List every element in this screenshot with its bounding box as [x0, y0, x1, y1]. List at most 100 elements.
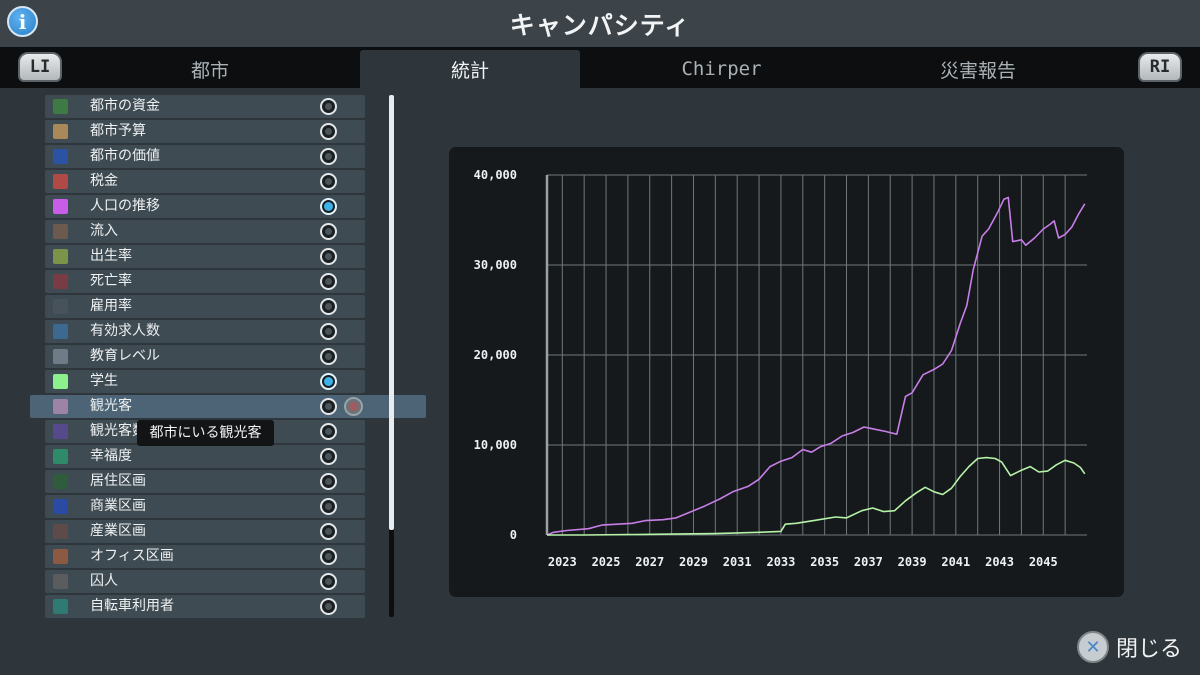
stat-toggle-radio[interactable] [320, 148, 337, 165]
color-swatch [53, 424, 68, 439]
x-tick-label: 2027 [635, 555, 664, 569]
x-tick-label: 2045 [1029, 555, 1058, 569]
x-tick-label: 2043 [985, 555, 1014, 569]
stat-row[interactable]: 流入 [45, 220, 365, 243]
x-tick-label: 2031 [723, 555, 752, 569]
stat-toggle-radio[interactable] [320, 573, 337, 590]
stat-toggle-radio[interactable] [320, 473, 337, 490]
tab-city[interactable]: 都市 [60, 50, 360, 88]
color-swatch [53, 524, 68, 539]
color-swatch [53, 499, 68, 514]
stat-toggle-radio[interactable] [320, 448, 337, 465]
stat-toggle-radio[interactable] [320, 198, 337, 215]
chart-panel: 0 10,000 20,000 30,000 40,000 2023 2025 2027 202… [449, 147, 1124, 597]
stat-row[interactable]: 囚人 [45, 570, 365, 593]
stat-label: オフィス区画 [90, 548, 174, 564]
color-swatch [53, 574, 68, 589]
info-icon[interactable]: i [7, 6, 38, 37]
y-tick-label: 30,000 [474, 258, 517, 272]
stat-label: 産業区画 [90, 523, 146, 539]
page-title: キャンパシティ [509, 10, 691, 40]
stat-row[interactable]: 都市の資金 [45, 95, 365, 118]
close-label: 閉じる [1116, 637, 1183, 662]
stat-row[interactable]: 都市予算 [45, 120, 365, 143]
stat-toggle-radio[interactable] [320, 298, 337, 315]
stat-label: 教育レベル [90, 348, 160, 364]
stat-toggle-radio[interactable] [320, 223, 337, 240]
stat-row[interactable]: 居住区画 [45, 470, 365, 493]
stat-row[interactable]: 税金 [45, 170, 365, 193]
stat-label: 都市予算 [90, 123, 146, 139]
scrollbar-thumb[interactable] [389, 95, 394, 530]
stat-toggle-radio[interactable] [320, 323, 337, 340]
stat-toggle-radio[interactable] [320, 123, 337, 140]
stat-row[interactable]: オフィス区画 [45, 545, 365, 568]
stat-row[interactable]: 有効求人数 [45, 320, 365, 343]
color-swatch [53, 124, 68, 139]
y-tick-label: 0 [510, 528, 517, 542]
y-tick-label: 20,000 [474, 348, 517, 362]
stat-row[interactable]: 死亡率 [45, 270, 365, 293]
color-swatch [53, 199, 68, 214]
stat-label: 観光客 [90, 398, 132, 414]
stat-toggle-radio[interactable] [320, 398, 337, 415]
tooltip: 都市にいる観光客 [137, 420, 274, 446]
stat-label: 学生 [90, 373, 118, 389]
color-swatch [53, 349, 68, 364]
tab-statistics[interactable]: 統計 [360, 50, 580, 88]
stat-toggle-radio[interactable] [320, 423, 337, 440]
stat-toggle-radio[interactable] [320, 98, 337, 115]
close-button[interactable]: ✕ 閉じる [1077, 630, 1182, 664]
x-tick-label: 2033 [766, 555, 795, 569]
tab-strip: 都市 統計 Chirper 災害報告 [0, 47, 1200, 88]
stat-toggle-radio[interactable] [320, 248, 337, 265]
left-bumper-button[interactable]: LI [18, 52, 62, 82]
cross-button-icon: ✕ [1077, 631, 1109, 663]
stat-label: 税金 [90, 173, 118, 189]
record-icon[interactable] [344, 397, 363, 416]
stat-label: 商業区画 [90, 498, 146, 514]
stat-toggle-radio[interactable] [320, 548, 337, 565]
stat-row[interactable]: 幸福度 [45, 445, 365, 468]
stat-row[interactable]: 商業区画 [45, 495, 365, 518]
stat-toggle-radio[interactable] [320, 373, 337, 390]
list-scrollbar[interactable] [389, 95, 394, 617]
stat-label: 都市の資金 [90, 98, 160, 114]
stat-toggle-radio[interactable] [320, 598, 337, 615]
stat-toggle-radio[interactable] [320, 173, 337, 190]
color-swatch [53, 299, 68, 314]
stat-row[interactable]: 産業区画 [45, 520, 365, 543]
color-swatch [53, 449, 68, 464]
stat-row[interactable]: 教育レベル [45, 345, 365, 368]
tab-chirper[interactable]: Chirper [580, 50, 863, 88]
stat-row[interactable]: 学生 [45, 370, 365, 393]
color-swatch [53, 99, 68, 114]
stat-toggle-radio[interactable] [320, 348, 337, 365]
stat-toggle-radio[interactable] [320, 273, 337, 290]
stat-label: 囚人 [90, 573, 118, 589]
color-swatch [53, 549, 68, 564]
stat-row[interactable]: 自転車利用者 [45, 595, 365, 618]
stat-row[interactable]: 都市の価値 [45, 145, 365, 168]
title-bar: i キャンパシティ [0, 0, 1200, 47]
color-swatch [53, 249, 68, 264]
stat-row[interactable]: 雇用率 [45, 295, 365, 318]
tab-disaster-report[interactable]: 災害報告 [863, 50, 1093, 88]
color-swatch [53, 399, 68, 414]
stat-label: 雇用率 [90, 298, 132, 314]
stat-row[interactable]: 出生率 [45, 245, 365, 268]
right-bumper-button[interactable]: RI [1138, 52, 1182, 82]
stat-label: 有効求人数 [90, 323, 160, 339]
stat-toggle-radio[interactable] [320, 498, 337, 515]
color-swatch [53, 224, 68, 239]
stat-label: 居住区画 [90, 473, 146, 489]
stat-row[interactable]: 人口の推移 [45, 195, 365, 218]
x-tick-label: 2029 [679, 555, 708, 569]
x-tick-label: 2035 [810, 555, 839, 569]
stat-row[interactable]: 観光客 [30, 395, 426, 418]
stat-toggle-radio[interactable] [320, 523, 337, 540]
stat-label: 人口の推移 [90, 198, 160, 214]
stat-label: 都市の価値 [90, 148, 160, 164]
x-tick-label: 2039 [898, 555, 927, 569]
color-swatch [53, 474, 68, 489]
